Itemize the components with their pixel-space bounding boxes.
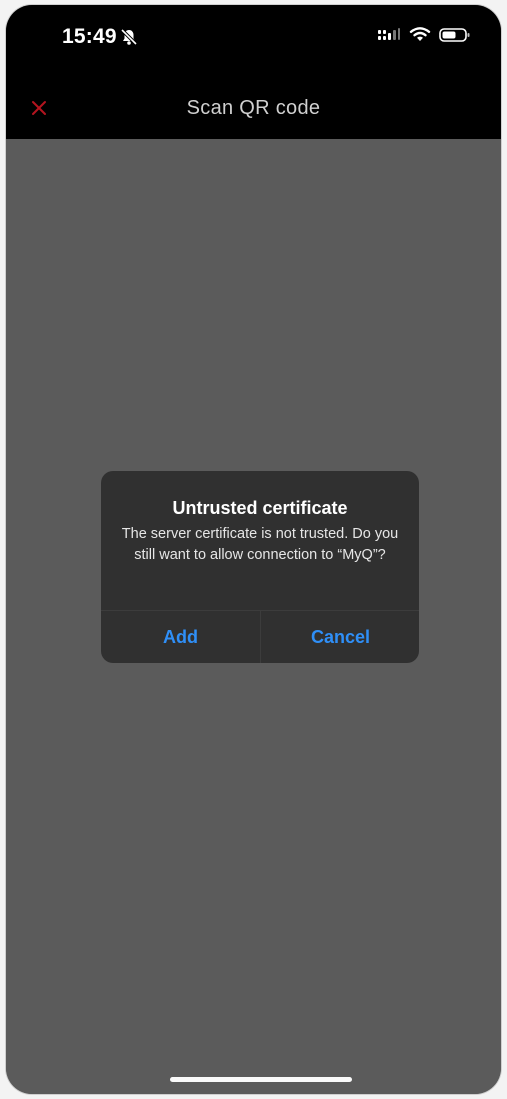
add-button[interactable]: Add [101,611,260,663]
wifi-icon [409,27,431,48]
page-title: Scan QR code [186,97,321,119]
status-bar: 15:49 [6,5,501,77]
home-indicator[interactable] [170,1077,352,1082]
battery-icon [439,27,471,48]
dialog-title: Untrusted certificate [172,498,348,518]
untrusted-certificate-dialog: Untrusted certificate The server certifi… [101,471,419,663]
phone-screen: 15:49 Scan QR code Untrusted certificate… [6,5,501,1094]
bell-slash-icon [119,27,139,47]
navigation-bar: Scan QR code [6,77,501,139]
cancel-button[interactable]: Cancel [261,611,419,663]
dialog-message: The server certificate is not trusted. D… [121,526,399,563]
status-time: 15:49 [62,25,117,48]
signal-icon [377,27,401,48]
status-indicators [377,27,471,48]
